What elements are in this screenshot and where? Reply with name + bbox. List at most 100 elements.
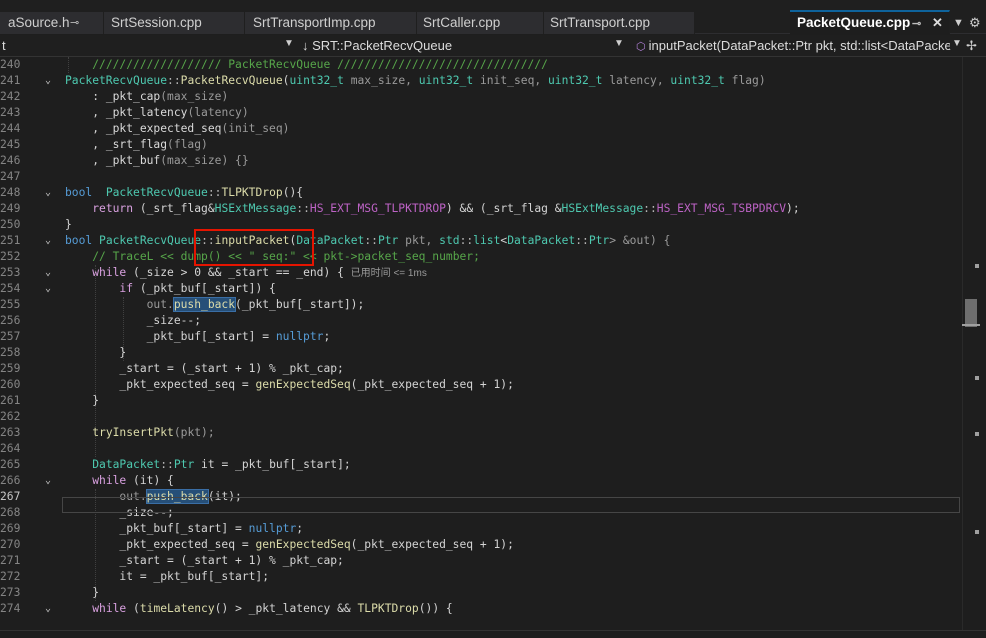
- code-text: }: [65, 218, 72, 231]
- member-dropdown[interactable]: ⬡ inputPacket(DataPacket::Ptr pkt, std::…: [632, 35, 962, 57]
- code-line[interactable]: 247: [0, 169, 962, 185]
- code-line[interactable]: 263 tryInsertPkt(pkt);: [0, 425, 962, 441]
- scope-dropdown[interactable]: ↓ SRT::PacketRecvQueue ▼: [298, 35, 628, 57]
- code-line[interactable]: 246 , _pkt_buf(max_size) {}: [0, 153, 962, 169]
- code-line[interactable]: 252 // TraceL << dump() << " seq:" << pk…: [0, 249, 962, 265]
- tab-data-source-h[interactable]: aSource.h ⊸: [0, 12, 104, 34]
- tab-label: aSource.h: [8, 15, 70, 30]
- code-line[interactable]: 265 DataPacket::Ptr it = _pkt_buf[_start…: [0, 457, 962, 473]
- fold-chevron-icon[interactable]: ⌄: [45, 233, 51, 249]
- code-line[interactable]: 250}: [0, 217, 962, 233]
- fold-chevron-icon[interactable]: ⌄: [45, 601, 51, 617]
- line-number: 246: [0, 154, 21, 167]
- vertical-scrollbar[interactable]: [962, 57, 986, 638]
- code-text: }: [65, 346, 127, 359]
- pin-icon[interactable]: ⊸: [912, 17, 921, 30]
- line-number: 265: [0, 458, 21, 471]
- tab-srt-transport-cpp[interactable]: SrtTransport.cpp: [544, 12, 695, 34]
- code-text: _pkt_buf[_start] = nullptr;: [65, 522, 304, 535]
- fold-chevron-icon[interactable]: ⌄: [45, 473, 51, 489]
- tab-srt-caller-cpp[interactable]: SrtCaller.cpp: [417, 12, 544, 34]
- project-dropdown[interactable]: t ▼: [0, 35, 296, 57]
- code-line[interactable]: 261 }: [0, 393, 962, 409]
- code-text: _size--;: [65, 314, 202, 327]
- line-number: 251: [0, 234, 21, 247]
- code-line[interactable]: 248 ⌄ bool PacketRecvQueue::TLPKTDrop(){: [0, 185, 962, 201]
- code-line[interactable]: 256 _size--;: [0, 313, 962, 329]
- code-line[interactable]: 272 it = _pkt_buf[_start];: [0, 569, 962, 585]
- code-line[interactable]: 251 ⌄ bool PacketRecvQueue::inputPacket(Da…: [0, 233, 962, 249]
- code-line[interactable]: 273 }: [0, 585, 962, 601]
- code-text: PacketRecvQueue::PacketRecvQueue(uint32_…: [65, 74, 766, 87]
- line-number: 245: [0, 138, 21, 151]
- code-line[interactable]: 240 /////////////////// PacketRecvQueue …: [0, 57, 962, 73]
- tab-srt-transport-imp-cpp[interactable]: SrtTransportImp.cpp: [245, 12, 417, 34]
- code-line[interactable]: 249 return (_srt_flag&HSExtMessage::HS_E…: [0, 201, 962, 217]
- split-editor-icon[interactable]: ✢: [966, 38, 977, 54]
- line-number: 242: [0, 90, 21, 103]
- fold-chevron-icon[interactable]: ⌄: [45, 73, 51, 89]
- code-text: DataPacket::Ptr it = _pkt_buf[_start];: [92, 458, 351, 471]
- fold-chevron-icon[interactable]: ⌄: [45, 185, 51, 201]
- line-number: 254: [0, 282, 21, 295]
- code-line[interactable]: 253 ⌄ while (_size > 0 && _start == _end)…: [0, 265, 962, 281]
- code-line[interactable]: 262: [0, 409, 962, 425]
- current-line-highlight: [62, 497, 960, 513]
- line-number: 262: [0, 410, 21, 423]
- tab-label: SrtCaller.cpp: [423, 15, 501, 30]
- line-number: 271: [0, 554, 21, 567]
- code-line[interactable]: 255 out.push_back(_pkt_buf[_start]);: [0, 297, 962, 313]
- tab-overflow-dropdown-icon[interactable]: ▼: [953, 17, 964, 29]
- fold-chevron-icon[interactable]: ⌄: [45, 281, 51, 297]
- code-line[interactable]: 269 _pkt_buf[_start] = nullptr;: [0, 521, 962, 537]
- line-number: 252: [0, 250, 21, 263]
- close-icon[interactable]: ✕: [932, 15, 943, 31]
- gear-icon[interactable]: ⚙: [969, 15, 981, 31]
- line-number: 263: [0, 426, 21, 439]
- line-number: 273: [0, 586, 21, 599]
- code-line[interactable]: 241 ⌄ PacketRecvQueue::PacketRecvQueue(uin…: [0, 73, 962, 89]
- code-line[interactable]: 245 , _srt_flag(flag): [0, 137, 962, 153]
- line-number: 268: [0, 506, 21, 519]
- code-line[interactable]: 257 _pkt_buf[_start] = nullptr;: [0, 329, 962, 345]
- tab-label: SrtSession.cpp: [111, 15, 202, 30]
- code-text: _pkt_buf[_start] = nullptr;: [65, 330, 331, 343]
- line-number: 274: [0, 602, 21, 615]
- code-line[interactable]: 271 _start = (_start + 1) % _pkt_cap;: [0, 553, 962, 569]
- code-line[interactable]: 242 : _pkt_cap(max_size): [0, 89, 962, 105]
- line-number: 249: [0, 202, 21, 215]
- code-line[interactable]: 243 , _pkt_latency(latency): [0, 105, 962, 121]
- code-line[interactable]: 274 ⌄ while (timeLatency() > _pkt_latency…: [0, 601, 962, 617]
- code-line[interactable]: 266 ⌄ while (it) {: [0, 473, 962, 489]
- code-line[interactable]: 260 _pkt_expected_seq = genExpectedSeq(_…: [0, 377, 962, 393]
- code-line[interactable]: 264: [0, 441, 962, 457]
- code-text: tryInsertPkt(pkt);: [92, 426, 215, 439]
- line-number: 269: [0, 522, 21, 535]
- line-number: 253: [0, 266, 21, 279]
- tab-srt-session-cpp[interactable]: SrtSession.cpp: [104, 12, 245, 34]
- line-number: 266: [0, 474, 21, 487]
- code-editor[interactable]: 240 /////////////////// PacketRecvQueue …: [0, 57, 962, 638]
- code-text: }: [65, 586, 100, 599]
- scrollbar-marker: [975, 376, 979, 380]
- line-number: 272: [0, 570, 21, 583]
- code-line[interactable]: 244 , _pkt_expected_seq(init_seq): [0, 121, 962, 137]
- scrollbar-thumb[interactable]: [965, 299, 977, 327]
- code-text: _pkt_expected_seq = genExpectedSeq(_pkt_…: [65, 538, 514, 551]
- code-text: out.push_back(_pkt_buf[_start]);: [65, 297, 365, 312]
- code-line[interactable]: 259 _start = (_start + 1) % _pkt_cap;: [0, 361, 962, 377]
- pin-icon[interactable]: ⊸: [70, 16, 79, 29]
- code-line[interactable]: 254 ⌄ if (_pkt_buf[_start]) {: [0, 281, 962, 297]
- code-text: it = _pkt_buf[_start];: [65, 570, 270, 583]
- tab-packet-queue-cpp[interactable]: PacketQueue.cpp ⊸ ✕: [790, 10, 950, 34]
- line-number: 267: [0, 490, 21, 503]
- code-text: , _pkt_buf(max_size) {}: [65, 154, 249, 167]
- code-text: : _pkt_cap(max_size): [65, 90, 229, 103]
- code-text: bool PacketRecvQueue::TLPKTDrop(){: [65, 186, 304, 199]
- code-text: bool PacketRecvQueue::inputPacket(DataPa…: [65, 234, 671, 247]
- line-number: 261: [0, 394, 21, 407]
- code-line[interactable]: 270 _pkt_expected_seq = genExpectedSeq(_…: [0, 537, 962, 553]
- line-number: 258: [0, 346, 21, 359]
- code-line[interactable]: 258 }: [0, 345, 962, 361]
- fold-chevron-icon[interactable]: ⌄: [45, 265, 51, 281]
